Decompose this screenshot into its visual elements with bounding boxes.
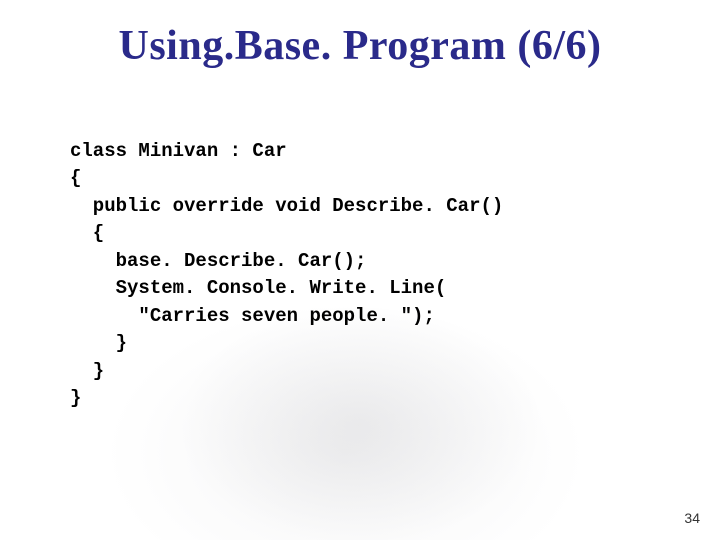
slide-title: Using.Base. Program (6/6) [0, 22, 720, 70]
code-block: class Minivan : Car { public override vo… [70, 110, 503, 441]
code-line: { [70, 222, 104, 244]
code-line: } [70, 332, 127, 354]
code-line: System. Console. Write. Line( [70, 277, 446, 299]
code-line: class Minivan : Car [70, 140, 287, 162]
page-number: 34 [684, 510, 700, 526]
code-line: { [70, 167, 81, 189]
slide: Using.Base. Program (6/6) class Minivan … [0, 0, 720, 540]
code-line: base. Describe. Car(); [70, 250, 366, 272]
code-line: } [70, 387, 81, 409]
code-line: public override void Describe. Car() [70, 195, 503, 217]
code-line: } [70, 360, 104, 382]
code-line: "Carries seven people. "); [70, 305, 435, 327]
